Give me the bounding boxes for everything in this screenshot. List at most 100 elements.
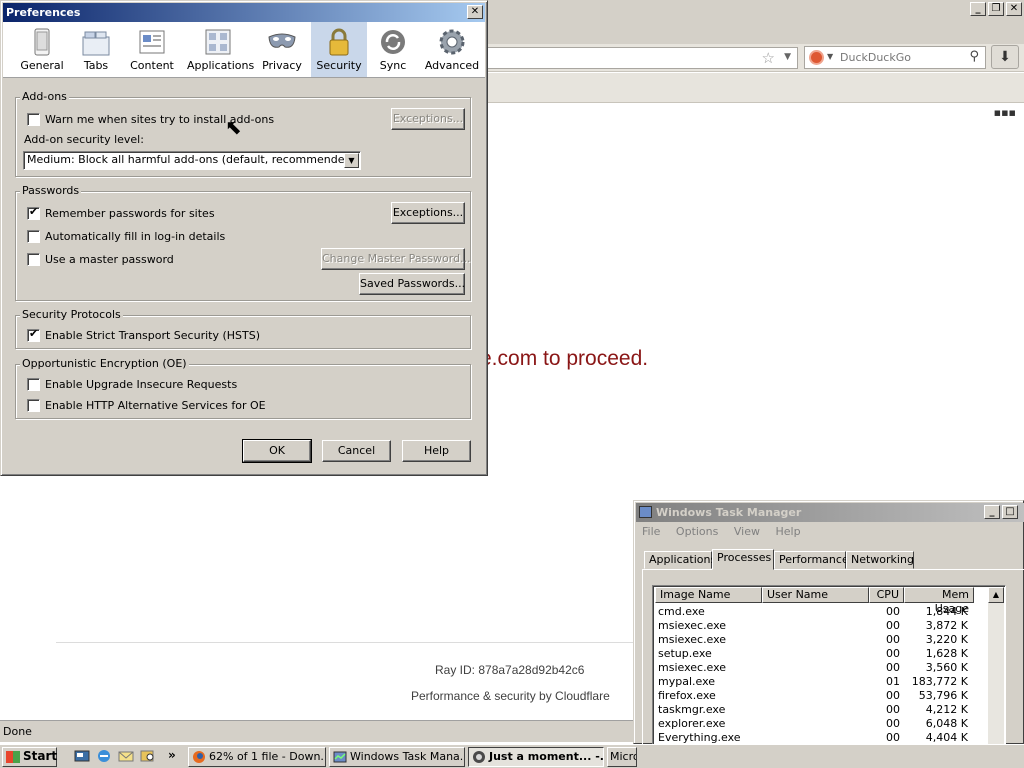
chevron-down-icon[interactable]: ▼ — [344, 153, 359, 168]
search-icon[interactable]: ⚲ — [969, 49, 979, 64]
addon-level-select[interactable]: Medium: Block all harmful add-ons (defau… — [23, 151, 361, 170]
column-user-name[interactable]: User Name — [762, 587, 869, 603]
tab-label: Advanced — [424, 59, 480, 72]
chevron-down-icon[interactable]: ▼ — [784, 52, 791, 62]
download-arrow-icon[interactable]: ⬇ — [991, 45, 1019, 69]
saved-passwords-button[interactable]: Saved Passwords... — [359, 273, 465, 295]
process-list-scrollbar[interactable]: ▲ — [988, 587, 1004, 744]
taskbar-button-browser[interactable]: Just a moment... -... — [468, 747, 604, 767]
hsts-label: Enable Strict Transport Security (HSTS) — [45, 329, 261, 342]
bookmark-star-icon[interactable]: ☆ — [762, 49, 775, 67]
tab-security[interactable]: Security — [311, 22, 367, 77]
mouse-cursor-icon: ⬉ — [225, 115, 242, 139]
sync-icon — [381, 30, 405, 54]
process-list-header: Image Name User Name CPU Mem Usage — [655, 587, 1005, 615]
master-password-checkbox[interactable] — [27, 253, 40, 266]
quicklaunch-overflow-icon[interactable]: » — [168, 748, 176, 762]
tab-label: Sync — [379, 59, 407, 72]
dialog-titlebar: Preferences ✕ — [3, 3, 485, 22]
grid-icon[interactable]: ▪▪▪ — [994, 106, 1016, 119]
minimize-button[interactable]: _ — [984, 505, 1000, 519]
cancel-button[interactable]: Cancel — [322, 440, 391, 462]
menu-options[interactable]: Options — [676, 525, 718, 538]
table-row[interactable]: cmd.exe 00 1,844 K — [655, 605, 985, 619]
remember-passwords-checkbox[interactable] — [27, 205, 40, 220]
column-cpu[interactable]: CPU — [869, 587, 904, 603]
hsts-checkbox[interactable] — [27, 327, 40, 342]
table-row[interactable]: firefox.exe 00 53,796 K — [655, 689, 985, 703]
table-row[interactable]: taskmgr.exe 00 4,212 K — [655, 703, 985, 717]
tab-content[interactable]: Content — [127, 22, 177, 77]
table-row[interactable]: setup.exe 00 1,628 K — [655, 647, 985, 661]
taskbar-button-micro[interactable]: Micro — [607, 747, 637, 767]
divider — [56, 642, 656, 643]
mem-usage-cell: 4,212 K — [925, 703, 968, 716]
mem-usage-cell: 183,772 K — [911, 675, 968, 688]
column-mem-usage[interactable]: Mem Usage — [904, 587, 974, 615]
tab-privacy[interactable]: Privacy — [259, 22, 305, 77]
alt-services-checkbox[interactable] — [27, 399, 40, 412]
cpu-cell: 00 — [886, 731, 900, 744]
menu-file[interactable]: File — [642, 525, 660, 538]
table-row[interactable]: msiexec.exe 00 3,220 K — [655, 633, 985, 647]
group-title: Passwords — [20, 184, 82, 197]
close-button[interactable]: ✕ — [1006, 2, 1022, 16]
oe-group: Opportunistic Encryption (OE) Enable Upg… — [15, 357, 471, 419]
start-button[interactable]: Start — [2, 747, 57, 767]
addons-exceptions-button[interactable]: Exceptions... — [391, 108, 465, 130]
taskbar-button-task-manager[interactable]: Windows Task Mana... — [329, 747, 465, 767]
upgrade-insecure-checkbox[interactable] — [27, 378, 40, 391]
tab-performance[interactable]: Performance — [774, 551, 849, 569]
taskbar-button-download[interactable]: 62% of 1 file - Down... — [188, 747, 326, 767]
ok-button[interactable]: OK — [242, 439, 312, 463]
warn-addons-checkbox[interactable] — [27, 113, 40, 126]
duckduckgo-icon[interactable] — [809, 50, 824, 65]
image-name-cell: mypal.exe — [658, 675, 716, 688]
table-row[interactable]: mypal.exe 01 183,772 K — [655, 675, 985, 689]
tab-general[interactable]: General — [19, 22, 65, 77]
tab-tabs[interactable]: Tabs — [75, 22, 117, 77]
tab-applications[interactable]: Applications — [644, 551, 716, 569]
table-row[interactable]: msiexec.exe 00 3,560 K — [655, 661, 985, 675]
passwords-exceptions-button[interactable]: Exceptions... — [391, 202, 465, 224]
scroll-up-arrow-icon[interactable]: ▲ — [988, 587, 1004, 603]
outlook-express-icon[interactable] — [118, 748, 134, 764]
internet-explorer-icon[interactable] — [96, 748, 112, 764]
image-name-cell: msiexec.exe — [658, 619, 727, 632]
cpu-cell: 00 — [886, 605, 900, 618]
image-name-cell: firefox.exe — [658, 689, 716, 702]
restore-button[interactable]: ❐ — [988, 2, 1004, 16]
page-message: e.com to proceed. — [480, 347, 649, 370]
tab-sync[interactable]: Sync — [373, 22, 413, 77]
mem-usage-cell: 53,796 K — [918, 689, 968, 702]
close-button[interactable]: ✕ — [467, 5, 483, 19]
menu-help[interactable]: Help — [775, 525, 800, 538]
tab-applications[interactable]: Applications — [187, 22, 254, 77]
url-bar[interactable]: ☆ ▼ — [488, 47, 798, 69]
change-master-password-button[interactable]: Change Master Password... — [321, 248, 471, 270]
image-name-cell: setup.exe — [658, 647, 712, 660]
minimize-button[interactable]: _ — [970, 2, 986, 16]
mem-usage-cell: 4,404 K — [925, 731, 968, 744]
search-input[interactable]: ▼ DuckDuckGo ⚲ — [804, 46, 986, 69]
table-row[interactable]: Everything.exe 00 4,404 K — [655, 731, 985, 744]
tab-advanced[interactable]: Advanced — [423, 22, 481, 77]
process-list[interactable]: Image Name User Name CPU Mem Usage cmd.e… — [652, 585, 1006, 745]
table-row[interactable]: explorer.exe 00 6,048 K — [655, 717, 985, 731]
image-name-cell: Everything.exe — [658, 731, 741, 744]
task-manager-menubar: File Options View Help — [642, 525, 813, 538]
menu-view[interactable]: View — [734, 525, 760, 538]
show-desktop-icon[interactable] — [74, 748, 90, 764]
maximize-button[interactable]: □ — [1002, 505, 1018, 519]
help-button[interactable]: Help — [402, 440, 471, 462]
search-folder-icon[interactable] — [140, 748, 156, 764]
tab-networking[interactable]: Networking — [846, 551, 914, 569]
passwords-group: Passwords Remember passwords for sites E… — [15, 184, 471, 301]
tab-processes[interactable]: Processes — [712, 549, 774, 570]
task-manager-window: Windows Task Manager _ □ File Options Vi… — [633, 500, 1024, 745]
chevron-down-icon[interactable]: ▼ — [827, 52, 833, 61]
table-row[interactable]: msiexec.exe 00 3,872 K — [655, 619, 985, 633]
autofill-checkbox[interactable] — [27, 230, 40, 243]
column-image-name[interactable]: Image Name — [655, 587, 762, 603]
applications-icon — [205, 29, 231, 55]
